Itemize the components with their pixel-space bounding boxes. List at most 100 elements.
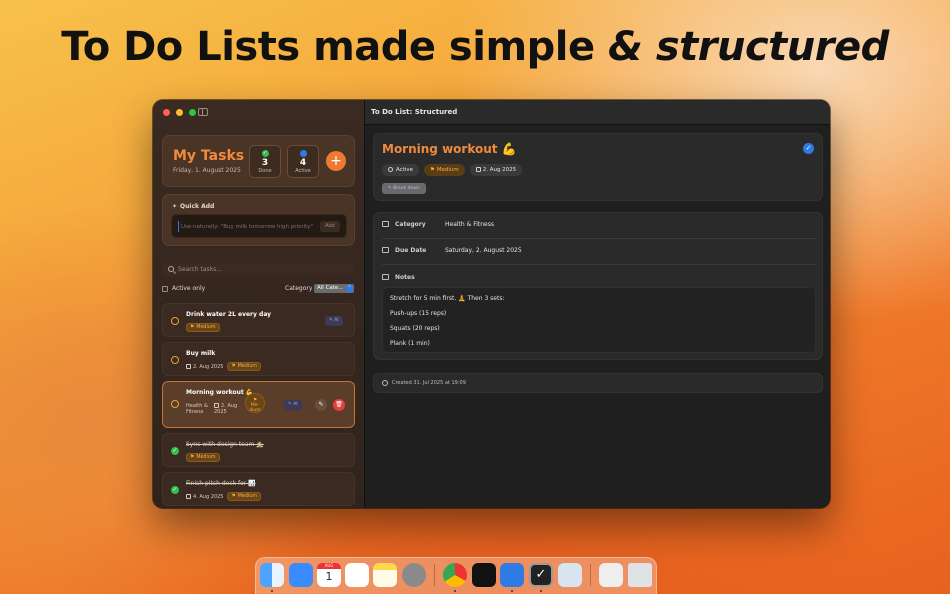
task-done-check-icon[interactable]: ✓ [171,447,179,455]
task-title: Morning workout 💪 [186,389,254,396]
priority-label: Medium [237,494,257,499]
edit-button[interactable]: ✎ [315,399,327,411]
quick-add-button[interactable]: Add [320,221,340,232]
finder-icon[interactable] [260,563,284,587]
preview-icon[interactable] [558,563,582,587]
task-date-text: 4. Aug 2025 [193,493,224,500]
running-indicator [454,590,456,592]
active-count: 4 [299,158,307,168]
active-only-checkbox[interactable] [162,286,168,292]
due-date-pill[interactable]: 2. Aug 2025 [469,164,523,176]
pencil-icon: ✎ [318,401,324,408]
task-meta: 4. Aug 2025 ⚑ Medium [186,492,261,501]
note-line: Stretch for 5 min first. 🧘 Then 3 sets: [390,295,505,302]
task-title: Drink water 2L every day [186,311,272,318]
category-value[interactable]: Health & Fitness [445,221,494,228]
minimize-window-button[interactable] [176,109,183,116]
todo-app-icon[interactable]: ✓ [529,563,553,587]
task-item[interactable]: Buy milk 2. Aug 2025 ⚑ Medium [162,342,355,376]
flag-icon: ⚑ [231,364,236,369]
window-icon[interactable] [599,563,623,587]
task-due-date: 4. Aug 2025 [186,493,224,500]
break-down-button[interactable]: ✎ Break down [382,183,426,194]
category-label: Category [285,285,313,292]
task-meta: ⚑ Medium [186,453,220,462]
priority-pill[interactable]: ⚑ Medium [424,164,465,176]
headline-italic: & structured [608,24,889,70]
search-input[interactable] [178,264,348,275]
delete-button[interactable]: 🗑 [333,399,345,411]
task-toggle-circle[interactable] [171,400,179,408]
reminders-icon[interactable] [345,563,369,587]
note-line: Plank (1 min) [390,340,430,347]
calendar-icon[interactable]: AUG 1 [317,563,341,587]
priority-text: Medium [436,167,459,173]
task-toggle-circle[interactable] [171,356,179,364]
folder-icon [382,221,389,227]
task-list: Drink water 2L every day ⚑ Medium ✎ AI Bu… [162,303,355,508]
task-item[interactable]: ✓ Finish pitch deck for 📊 4. Aug 2025 ⚑ M… [162,472,355,506]
quick-add-title: ✦ Quick Add [172,203,214,210]
xcode-icon[interactable] [500,563,524,587]
ai-label: AI [334,318,339,323]
due-text: 2. Aug 2025 [482,167,517,173]
break-down-label: Break down [393,186,420,191]
settings-icon[interactable] [402,563,426,587]
search-bar [162,263,355,276]
task-title: Buy milk [186,350,216,357]
app-window: My Tasks Friday, 1. August 2025 ✓ 3 Done… [153,100,830,508]
due-date-value[interactable]: Saturday, 2. August 2025 [445,247,522,254]
status-ring-icon [388,167,393,172]
cube-app-icon[interactable] [472,563,496,587]
task-item[interactable]: ✓ Sync with design team 🧑‍🎨 ⚑ Medium [162,433,355,467]
task-done-check-icon[interactable]: ✓ [171,486,179,494]
trash-icon[interactable] [628,563,652,587]
category-field-label: Category [395,221,426,228]
quick-add-input[interactable] [178,221,318,232]
current-date: Friday, 1. August 2025 [173,167,241,174]
task-toggle-circle[interactable] [171,317,179,325]
task-item[interactable]: Drink water 2L every day ⚑ Medium ✎ AI [162,303,355,337]
ai-badge[interactable]: ✎ AI [284,400,302,410]
task-item-selected[interactable]: Morning workout 💪 Health & Fitness 2. Au… [162,381,355,428]
chrome-icon[interactable] [443,563,467,587]
flag-icon: ⚑ [190,325,195,330]
mail-icon[interactable] [289,563,313,587]
header-card: My Tasks Friday, 1. August 2025 ✓ 3 Done… [162,135,355,187]
status-text: Active [396,167,414,173]
status-pill[interactable]: Active [382,164,420,176]
due-date-label: Due Date [395,247,427,254]
task-meta: ⚑ Medium [186,323,220,332]
task-date-text: 2. Aug 2025 [193,363,224,370]
quick-add-field: Add [171,214,347,238]
sidebar-toggle-icon[interactable] [198,108,208,116]
flag-icon: ⚑ [231,494,236,499]
task-meta: 2. Aug 2025 ⚑ Medium [186,362,261,371]
calendar-icon [186,363,191,369]
zoom-window-button[interactable] [189,109,196,116]
trash-icon: 🗑 [335,401,343,408]
running-indicator [540,590,542,592]
calendar-icon [186,493,191,499]
ai-badge[interactable]: ✎ AI [325,316,343,326]
task-detail-card: Morning workout 💪 ✓ Active ⚑ Medium 2. A… [373,133,823,201]
category-select-value: All Cate... [317,285,344,291]
app-title: My Tasks [173,148,245,164]
notes-editor[interactable]: Stretch for 5 min first. 🧘 Then 3 sets: … [382,287,816,353]
note-line: Push-ups (15 reps) [390,310,447,317]
checkmark-icon: ✓ [261,150,269,157]
notes-icon[interactable] [373,563,397,587]
add-task-button[interactable]: + [326,151,346,171]
note-line: Squats (20 reps) [390,325,440,332]
complete-check-icon[interactable]: ✓ [803,143,814,154]
filter-row: Active only Category All Cate... ⌃ [162,284,355,296]
notes-icon [382,274,389,280]
category-select[interactable]: All Cate... ⌃ [314,284,354,293]
done-count: 3 [261,158,269,168]
detail-title: Morning workout 💪 [382,142,517,156]
quick-add-card: ✦Quick Add Add [162,194,355,246]
priority-circle-badge: ⚑ Me-dium [245,393,265,413]
done-label: Done [258,168,272,174]
task-title: Finish pitch deck for 📊 [186,480,256,487]
close-window-button[interactable] [163,109,170,116]
